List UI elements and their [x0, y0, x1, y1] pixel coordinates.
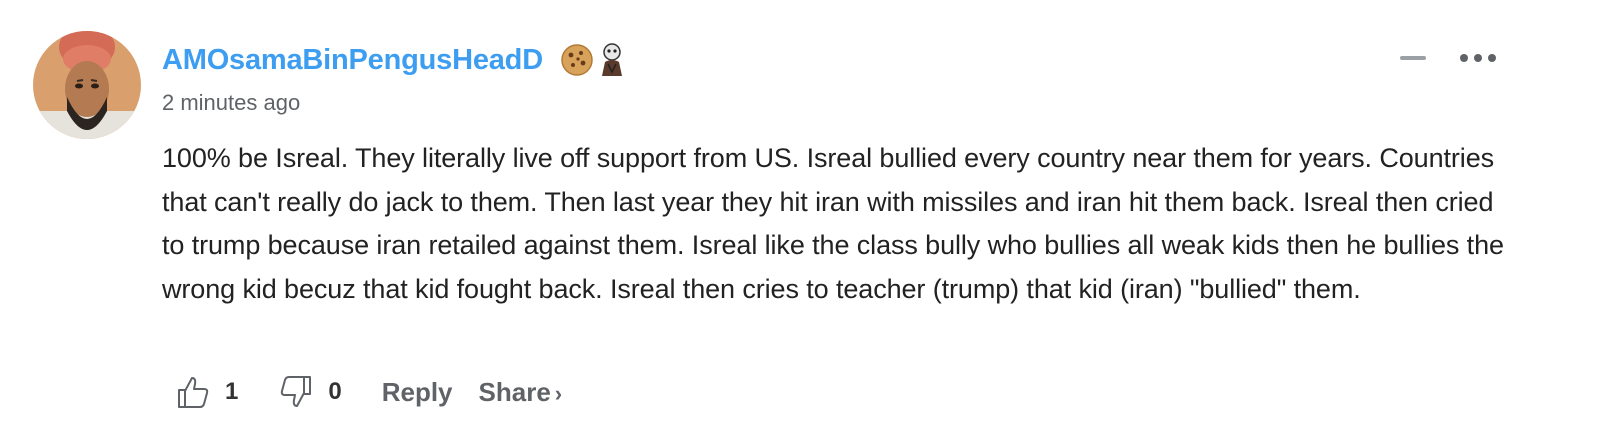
comment-timestamp: 2 minutes ago	[162, 90, 301, 115]
chevron-right-icon: ›	[554, 380, 563, 406]
cookie-icon	[561, 44, 593, 76]
dot-icon	[1488, 54, 1496, 62]
comment-actions: 1 0 Reply Share ›	[175, 372, 562, 412]
share-label: Share	[478, 376, 551, 407]
collapse-button[interactable]	[1400, 44, 1426, 72]
comment-header: AMOsamaBinPengusHeadD	[162, 40, 627, 80]
comment-controls	[1400, 44, 1496, 72]
comment-body: 100% be Isreal. They literally live off …	[162, 143, 1504, 304]
reply-button[interactable]: Reply	[382, 377, 453, 408]
thumbs-down-icon	[281, 376, 312, 407]
share-button[interactable]: Share ›	[479, 377, 563, 408]
dot-icon	[1460, 54, 1468, 62]
upvote-button[interactable]: 1	[175, 374, 238, 410]
downvote-count: 0	[328, 378, 342, 405]
avatar[interactable]	[33, 31, 141, 139]
minus-icon	[1400, 56, 1426, 60]
dot-icon	[1474, 54, 1482, 62]
more-options-button[interactable]	[1460, 44, 1496, 72]
thumbs-up-icon	[178, 377, 209, 408]
downvote-button[interactable]: 0	[278, 374, 342, 410]
badges	[559, 42, 627, 78]
comment: AMOsamaBinPengusHeadD 2 minutes ago 100%…	[0, 0, 1601, 429]
author-name[interactable]: AMOsamaBinPengusHeadD	[162, 44, 543, 77]
ghost-figure-icon	[601, 43, 622, 76]
avatar-image	[33, 31, 141, 139]
upvote-count: 1	[225, 378, 239, 405]
